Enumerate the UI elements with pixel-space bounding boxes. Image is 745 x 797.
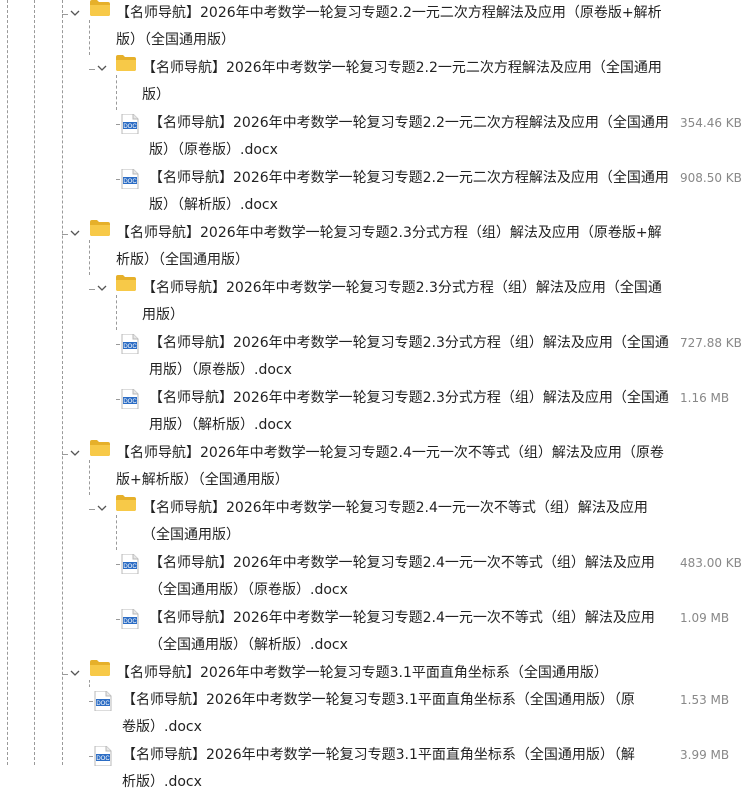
- folder-row[interactable]: 【名师导航】2026年中考数学一轮复习专题2.2一元二次方程解法及应用（原卷版+…: [0, 0, 745, 55]
- file-row[interactable]: DOC 【名师导航】2026年中考数学一轮复习专题2.3分式方程（组）解法及应用（…: [0, 385, 745, 440]
- svg-text:DOC: DOC: [123, 124, 137, 130]
- file-name[interactable]: 【名师导航】2026年中考数学一轮复习专题3.1平面直角坐标系（全国通用版）（原…: [122, 687, 638, 741]
- file-name[interactable]: 【名师导航】2026年中考数学一轮复习专题2.3分式方程（组）解法及应用（全国通…: [149, 330, 673, 384]
- folder-row[interactable]: 【名师导航】2026年中考数学一轮复习专题2.4一元一次不等式（组）解法及应用（…: [0, 440, 745, 495]
- tree-connector: [116, 344, 120, 345]
- file-tree: 【名师导航】2026年中考数学一轮复习专题2.2一元二次方程解法及应用（原卷版+…: [0, 0, 745, 790]
- file-name[interactable]: 【名师导航】2026年中考数学一轮复习专题2.4一元一次不等式（组）解法及应用（…: [149, 550, 673, 604]
- tree-connector: [89, 701, 93, 702]
- folder-icon: [90, 220, 110, 236]
- folder-name[interactable]: 【名师导航】2026年中考数学一轮复习专题2.2一元二次方程解法及应用（原卷版+…: [116, 0, 668, 54]
- file-row[interactable]: DOC 【名师导航】2026年中考数学一轮复习专题2.2一元二次方程解法及应用（全…: [0, 165, 745, 220]
- tree-guide-line: [89, 20, 90, 55]
- tree-connector: [89, 756, 93, 757]
- chevron-down-icon[interactable]: [68, 446, 82, 460]
- svg-text:DOC: DOC: [123, 179, 137, 185]
- file-size: 1.53 MB: [680, 693, 730, 707]
- file-name[interactable]: 【名师导航】2026年中考数学一轮复习专题3.1平面直角坐标系（全国通用版）（解…: [122, 742, 638, 796]
- file-name[interactable]: 【名师导航】2026年中考数学一轮复习专题2.2一元二次方程解法及应用（全国通用…: [149, 165, 673, 219]
- file-size: 908.50 KB: [680, 171, 742, 185]
- folder-name[interactable]: 【名师导航】2026年中考数学一轮复习专题2.4一元一次不等式（组）解法及应用（…: [142, 495, 668, 549]
- file-row[interactable]: DOC 【名师导航】2026年中考数学一轮复习专题2.3分式方程（组）解法及应用（…: [0, 330, 745, 385]
- folder-name[interactable]: 【名师导航】2026年中考数学一轮复习专题2.3分式方程（组）解法及应用（原卷版…: [116, 220, 668, 274]
- svg-text:DOC: DOC: [123, 619, 137, 625]
- folder-icon: [116, 495, 136, 511]
- tree-guide-line: [89, 680, 90, 687]
- chevron-down-icon[interactable]: [95, 281, 109, 295]
- word-doc-icon: DOC: [121, 608, 139, 630]
- chevron-down-icon[interactable]: [95, 61, 109, 75]
- folder-icon: [116, 275, 136, 291]
- folder-name[interactable]: 【名师导航】2026年中考数学一轮复习专题2.2一元二次方程解法及应用（全国通用…: [142, 55, 668, 109]
- word-doc-icon: DOC: [121, 113, 139, 135]
- tree-connector: [116, 124, 120, 125]
- word-doc-icon: DOC: [121, 168, 139, 190]
- folder-row[interactable]: 【名师导航】2026年中考数学一轮复习专题2.4一元一次不等式（组）解法及应用（…: [0, 495, 745, 550]
- word-doc-icon: DOC: [121, 388, 139, 410]
- folder-icon: [90, 660, 110, 676]
- svg-text:DOC: DOC: [96, 701, 110, 707]
- file-size: 354.46 KB: [680, 116, 742, 130]
- word-doc-icon: DOC: [121, 333, 139, 355]
- file-row[interactable]: DOC 【名师导航】2026年中考数学一轮复习专题3.1平面直角坐标系（全国通用版…: [0, 687, 745, 742]
- word-doc-icon: DOC: [121, 553, 139, 575]
- tree-connector: [116, 564, 120, 565]
- folder-icon: [90, 440, 110, 456]
- folder-name[interactable]: 【名师导航】2026年中考数学一轮复习专题2.3分式方程（组）解法及应用（全国通…: [142, 275, 668, 329]
- folder-row[interactable]: 【名师导航】2026年中考数学一轮复习专题2.3分式方程（组）解法及应用（原卷版…: [0, 220, 745, 275]
- tree-connector: [116, 399, 120, 400]
- file-size: 1.16 MB: [680, 391, 730, 405]
- folder-row[interactable]: 【名师导航】2026年中考数学一轮复习专题2.3分式方程（组）解法及应用（全国通…: [0, 275, 745, 330]
- file-row[interactable]: DOC 【名师导航】2026年中考数学一轮复习专题3.1平面直角坐标系（全国通用版…: [0, 742, 745, 797]
- file-row[interactable]: DOC 【名师导航】2026年中考数学一轮复习专题2.2一元二次方程解法及应用（全…: [0, 110, 745, 165]
- folder-row[interactable]: 【名师导航】2026年中考数学一轮复习专题2.2一元二次方程解法及应用（全国通用…: [0, 55, 745, 110]
- word-doc-icon: DOC: [94, 690, 112, 712]
- file-row[interactable]: DOC 【名师导航】2026年中考数学一轮复习专题2.4一元一次不等式（组）解法及…: [0, 550, 745, 605]
- tree-guide-line: [89, 240, 90, 275]
- tree-guide-line: [116, 295, 117, 330]
- folder-name[interactable]: 【名师导航】2026年中考数学一轮复习专题2.4一元一次不等式（组）解法及应用（…: [116, 440, 668, 494]
- svg-text:DOC: DOC: [123, 399, 137, 405]
- chevron-down-icon[interactable]: [95, 501, 109, 515]
- svg-text:DOC: DOC: [123, 564, 137, 570]
- file-size: 1.09 MB: [680, 611, 730, 625]
- tree-connector: [116, 179, 120, 180]
- folder-name[interactable]: 【名师导航】2026年中考数学一轮复习专题3.1平面直角坐标系（全国通用版）: [116, 660, 668, 687]
- file-name[interactable]: 【名师导航】2026年中考数学一轮复习专题2.3分式方程（组）解法及应用（全国通…: [149, 385, 673, 439]
- svg-text:DOC: DOC: [123, 344, 137, 350]
- file-size: 483.00 KB: [680, 556, 742, 570]
- file-row[interactable]: DOC 【名师导航】2026年中考数学一轮复习专题2.4一元一次不等式（组）解法及…: [0, 605, 745, 660]
- folder-icon: [90, 0, 110, 16]
- file-name[interactable]: 【名师导航】2026年中考数学一轮复习专题2.2一元二次方程解法及应用（全国通用…: [149, 110, 673, 164]
- folder-icon: [116, 55, 136, 71]
- file-size: 727.88 KB: [680, 336, 742, 350]
- tree-connector: [116, 619, 120, 620]
- chevron-down-icon[interactable]: [68, 666, 82, 680]
- file-name[interactable]: 【名师导航】2026年中考数学一轮复习专题2.4一元一次不等式（组）解法及应用（…: [149, 605, 673, 659]
- chevron-down-icon[interactable]: [68, 226, 82, 240]
- tree-guide-line: [116, 75, 117, 110]
- tree-guide-line: [89, 460, 90, 495]
- folder-row[interactable]: 【名师导航】2026年中考数学一轮复习专题3.1平面直角坐标系（全国通用版）: [0, 660, 745, 687]
- tree-guide-line: [116, 515, 117, 550]
- word-doc-icon: DOC: [94, 745, 112, 767]
- svg-text:DOC: DOC: [96, 756, 110, 762]
- chevron-down-icon[interactable]: [68, 6, 82, 20]
